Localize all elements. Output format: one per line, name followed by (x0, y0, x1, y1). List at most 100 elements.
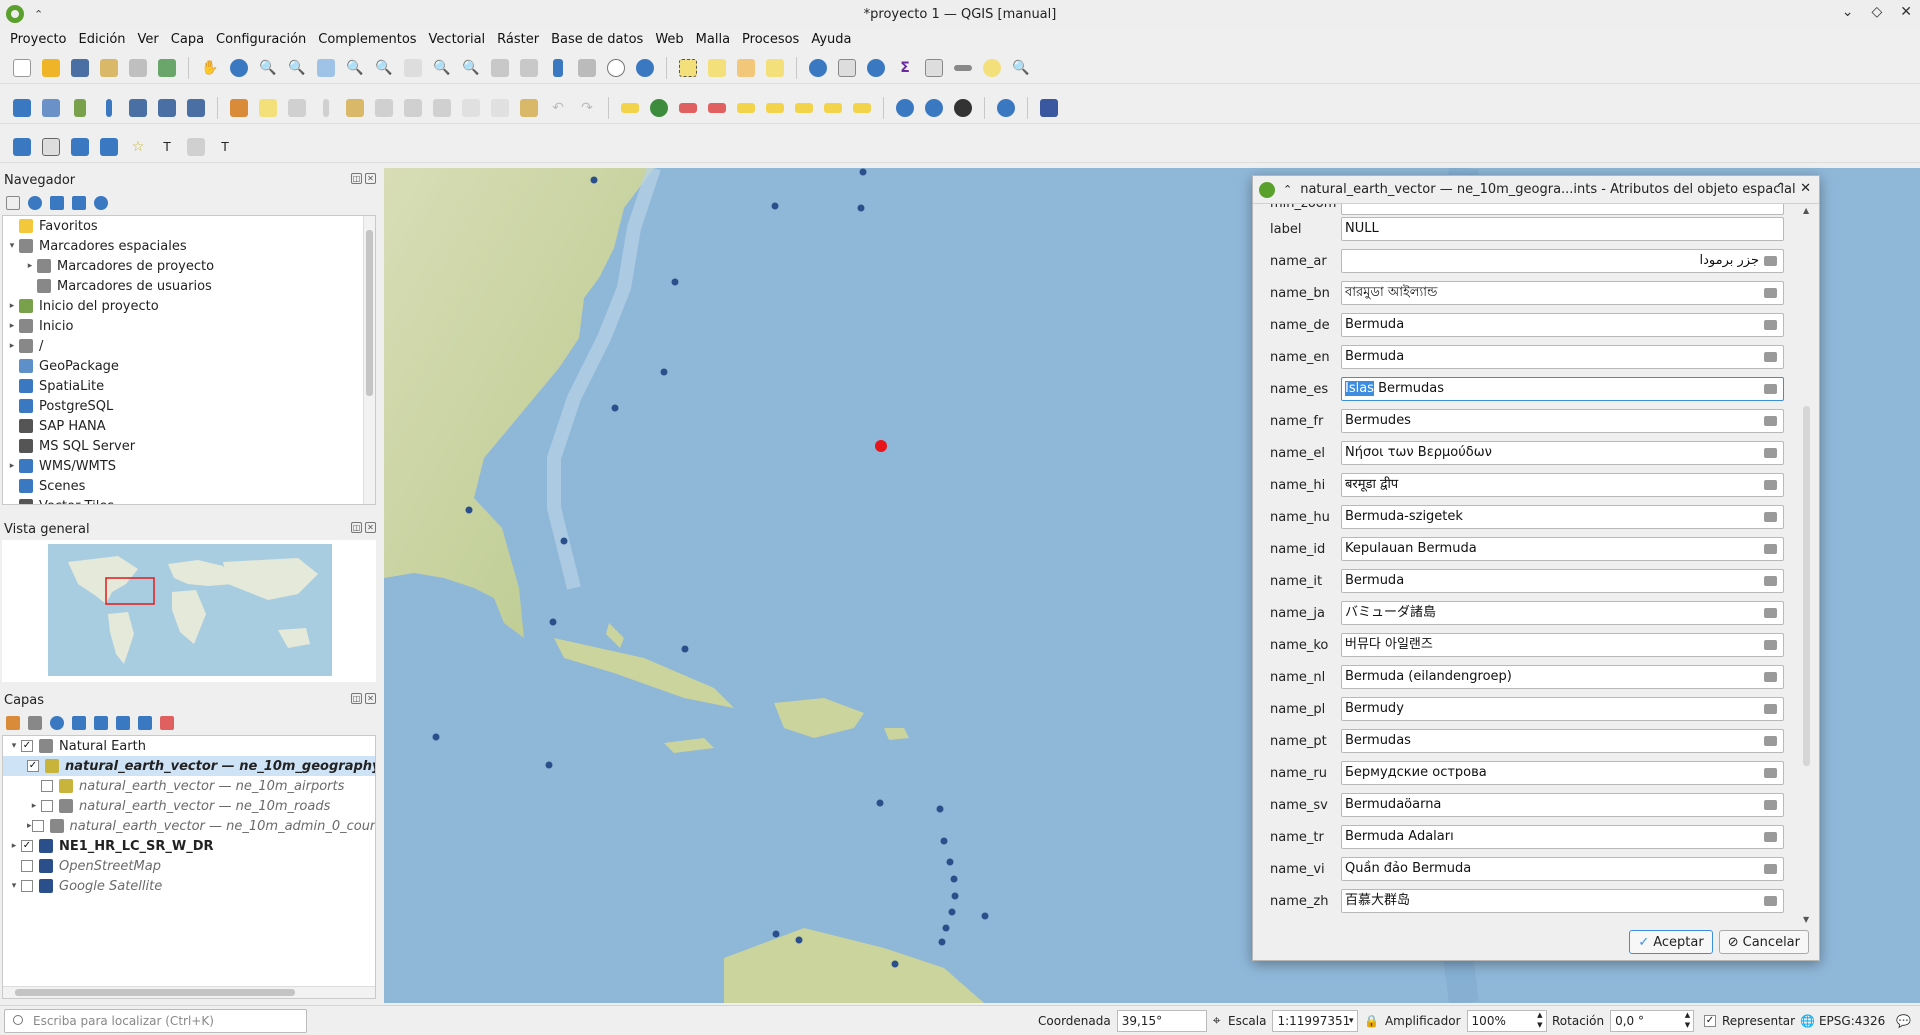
show-bookmarks-icon[interactable] (575, 56, 599, 80)
browser-item[interactable]: SAP HANA (3, 416, 375, 436)
layer-visibility-checkbox[interactable]: ✓ (21, 740, 33, 752)
expand-arrow-icon[interactable]: ▸ (27, 801, 41, 811)
layer-visibility-checkbox[interactable] (21, 880, 33, 892)
name-pt-input[interactable]: Bermudas (1341, 729, 1784, 753)
clear-field-icon[interactable] (1764, 736, 1777, 746)
name-es-input[interactable]: Islas Bermudas (1341, 377, 1784, 401)
float-panel-icon[interactable]: ◫ (351, 522, 362, 533)
diagram-options-icon[interactable] (647, 96, 671, 120)
toggle-editing-icon[interactable] (256, 96, 280, 120)
menu-procesos[interactable]: Procesos (736, 32, 805, 47)
delete-selected-icon[interactable] (430, 96, 454, 120)
clear-field-icon[interactable] (1764, 864, 1777, 874)
minimize-icon[interactable]: ⌄ (1842, 4, 1854, 20)
save-edits-icon[interactable] (285, 96, 309, 120)
name-ru-input[interactable]: Бермудские острова (1341, 761, 1784, 785)
expand-arrow-icon[interactable]: ▸ (7, 841, 21, 851)
expand-arrow-icon[interactable]: ▸ (23, 261, 37, 271)
select-by-location-icon[interactable] (763, 56, 787, 80)
annotation-marker-icon[interactable]: ☆ (126, 135, 150, 159)
float-panel-icon[interactable]: ◫ (351, 693, 362, 704)
move-feature-icon[interactable] (372, 96, 396, 120)
clear-field-icon[interactable] (1764, 384, 1777, 394)
annotation-text-icon[interactable] (10, 135, 34, 159)
collapse-all-icon[interactable] (138, 716, 152, 730)
name-en-input[interactable]: Bermuda (1341, 345, 1784, 369)
name-el-input[interactable]: Νήσοι των Βερμούδων (1341, 441, 1784, 465)
zoom-to-selection-icon[interactable]: 🔍 (343, 56, 367, 80)
deselect-features-icon[interactable] (734, 56, 758, 80)
annotation-line-text-icon[interactable] (184, 135, 208, 159)
float-panel-icon[interactable]: ◫ (351, 173, 362, 184)
close-panel-icon[interactable]: ✕ (365, 173, 376, 184)
label-toolbar-icon[interactable] (618, 96, 642, 120)
layer-item[interactable]: OpenStreetMap (3, 856, 375, 876)
clear-field-icon[interactable] (1764, 320, 1777, 330)
style-layer-icon[interactable] (6, 716, 20, 730)
zoom-next-icon[interactable]: 🔍 (459, 56, 483, 80)
maximize-icon[interactable]: ◇ (1871, 4, 1882, 20)
pan-icon[interactable]: ✋ (198, 56, 222, 80)
remove-layer-icon[interactable] (160, 716, 174, 730)
new-bookmark-icon[interactable] (546, 56, 570, 80)
modify-attributes-icon[interactable] (401, 96, 425, 120)
menu-base-de-datos[interactable]: Base de datos (545, 32, 649, 47)
clear-field-icon[interactable] (1764, 704, 1777, 714)
select-features-icon[interactable] (676, 56, 700, 80)
browser-item[interactable]: ▸ Inicio (3, 316, 375, 336)
name-fr-input[interactable]: Bermudes (1341, 409, 1784, 433)
layer-visibility-checkbox[interactable] (21, 860, 33, 872)
clear-field-icon[interactable] (1764, 288, 1777, 298)
name-ko-input[interactable]: 버뮤다 아일랜즈 (1341, 633, 1784, 657)
refresh-icon[interactable] (633, 56, 657, 80)
menu-edicion[interactable]: Edición (73, 32, 132, 47)
menu-configuracion[interactable]: Configuración (210, 32, 312, 47)
vertex-tool-icon[interactable] (343, 96, 367, 120)
name-de-input[interactable]: Bermuda (1341, 313, 1784, 337)
name-ja-input[interactable]: バミューダ諸島 (1341, 601, 1784, 625)
menu-complementos[interactable]: Complementos (312, 32, 422, 47)
zoom-out-icon[interactable]: 🔍 (285, 56, 309, 80)
scale-combobox[interactable]: 1:11997351 ▾ (1272, 1010, 1359, 1032)
dialog-scrollbar[interactable]: ▲ ▼ (1801, 206, 1813, 924)
collapse-all-icon[interactable] (72, 196, 86, 210)
manage-visibility-icon[interactable] (50, 716, 64, 730)
show-hide-labels-icon[interactable] (734, 96, 758, 120)
menu-ayuda[interactable]: Ayuda (805, 32, 857, 47)
expand-arrow-icon[interactable]: ▸ (5, 461, 19, 471)
select-by-value-icon[interactable] (705, 56, 729, 80)
clear-field-icon[interactable] (1764, 800, 1777, 810)
browser-item[interactable]: PostgreSQL (3, 396, 375, 416)
render-checkbox[interactable]: ✓ (1704, 1015, 1716, 1027)
clear-field-icon[interactable] (1764, 448, 1777, 458)
field-input[interactable] (1341, 204, 1784, 215)
clear-field-icon[interactable] (1764, 832, 1777, 842)
data-source-manager-icon[interactable] (10, 96, 34, 120)
filter-legend-icon[interactable] (72, 716, 86, 730)
statistics-icon[interactable]: Σ (893, 56, 917, 80)
add-vector-icon[interactable] (68, 96, 92, 120)
cut-features-icon[interactable] (459, 96, 483, 120)
name-hu-input[interactable]: Bermuda-szigetek (1341, 505, 1784, 529)
open-project-icon[interactable] (39, 56, 63, 80)
add-raster-icon[interactable] (155, 96, 179, 120)
lock-scale-icon[interactable]: 🔒 (1364, 1014, 1379, 1028)
new-3d-view-icon[interactable] (517, 56, 541, 80)
layer-item[interactable]: ▾ ✓ Natural Earth (3, 736, 375, 756)
menu-capa[interactable]: Capa (165, 32, 210, 47)
browser-item[interactable]: ▸ Marcadores de proyecto (3, 256, 375, 276)
clear-field-icon[interactable] (1764, 544, 1777, 554)
name-vi-input[interactable]: Quần đảo Bermuda (1341, 857, 1784, 881)
name-id-input[interactable]: Kepulauan Bermuda (1341, 537, 1784, 561)
new-layout-icon[interactable] (97, 56, 121, 80)
locate-icon[interactable]: 🔍 (1009, 56, 1033, 80)
measure-icon[interactable] (951, 56, 975, 80)
temporal-controller-icon[interactable] (604, 56, 628, 80)
browser-item[interactable]: MS SQL Server (3, 436, 375, 456)
clear-field-icon[interactable] (1764, 576, 1777, 586)
clear-field-icon[interactable] (1764, 512, 1777, 522)
zoom-to-layer-icon[interactable]: 🔍 (372, 56, 396, 80)
clear-field-icon[interactable] (1764, 416, 1777, 426)
dialog-minimize-icon[interactable]: ⌃ (1775, 181, 1786, 196)
info-icon[interactable] (94, 196, 108, 210)
